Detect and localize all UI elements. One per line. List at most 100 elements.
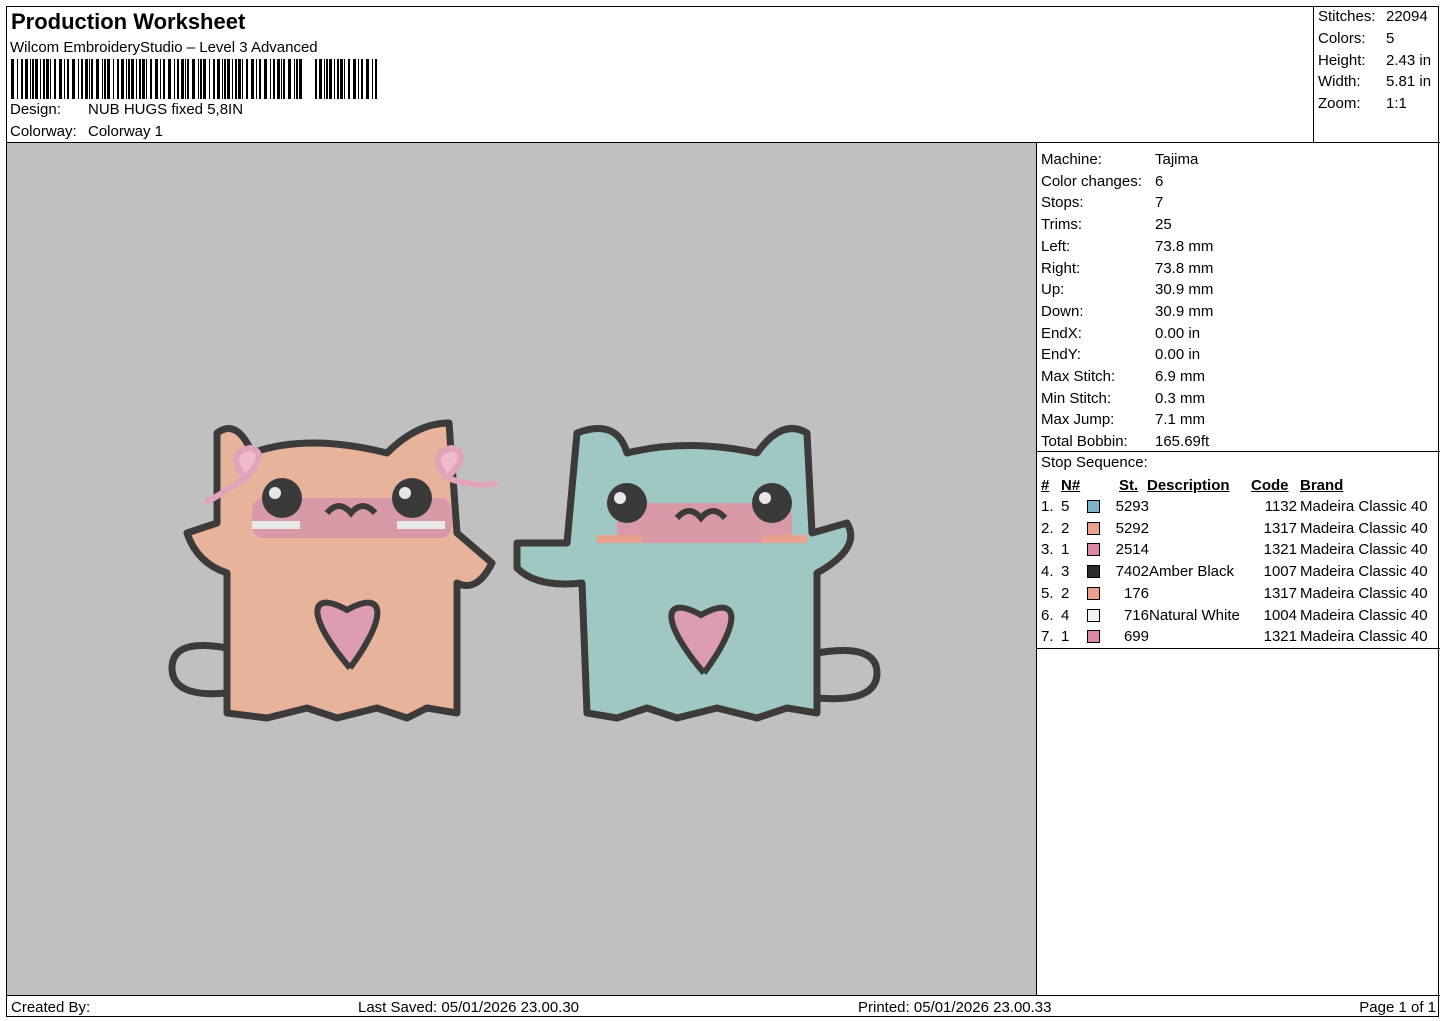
machine-info-row: EndX: 0.00 in [1041,323,1200,344]
stop-brand: Madeira Classic 40 [1300,498,1428,515]
last-saved: Last Saved: 05/01/2026 23.00.30 [358,999,580,1016]
info-label: Left: [1041,237,1071,255]
stop-code: 1317 [1263,519,1297,537]
col-needle: N# [1061,477,1081,494]
machine-info-row: Left: 73.8 mm [1041,236,1213,257]
stop-stitches: 176 [1123,584,1149,602]
machine-info-panel: Machine: Tajima Color changes: 6 Stops: 7 Trim… [1037,143,1440,995]
stop-code: 1317 [1263,584,1297,602]
info-label: Color changes: [1041,172,1142,190]
info-label: Max Jump: [1041,411,1115,429]
colorway-label: Colorway: [10,123,77,140]
machine-info-row: Color changes: 6 [1041,171,1163,192]
col-stitches: St. [1119,477,1139,494]
height-row: Height: 2.43 in [1318,52,1432,69]
color-swatch [1087,608,1100,622]
stop-num: 6. [1041,606,1054,624]
design-row: Design: NUB HUGS fixed 5,8IN [10,101,243,118]
stop-row: 4. 3 7402 Amber Black 1007 Madeira Classic 40 [1037,561,1440,582]
stop-needle: 2 [1061,584,1070,602]
zoom-value: 1:1 [1386,95,1407,112]
stop-row: 3. 1 2514 1321 Madeira Classic 40 [1037,539,1440,560]
stop-stitches: 699 [1123,628,1149,646]
stop-num: 5. [1041,584,1054,602]
info-value: 7 [1155,194,1164,212]
stop-stitches: 2514 [1115,541,1149,559]
info-label: Down: [1041,302,1084,320]
col-brand: Brand [1300,477,1344,494]
info-value: 30.9 mm [1155,281,1214,299]
stop-brand: Madeira Classic 40 [1300,606,1428,624]
info-value: 73.8 mm [1155,259,1214,277]
stop-num: 1. [1041,498,1054,515]
machine-info-row: Trims: 25 [1041,214,1172,235]
stop-stitches: 7402 [1115,563,1149,581]
worksheet-frame: Production Worksheet Wilcom EmbroiderySt… [6,6,1440,1018]
stop-code: 1004 [1263,606,1297,624]
zoom-row: Zoom: 1:1 [1318,95,1407,112]
machine-info-row: Down: 30.9 mm [1041,301,1213,322]
stop-code: 1132 [1264,498,1297,515]
stitches-row: Stitches: 22094 [1318,8,1428,25]
stop-num: 3. [1041,541,1054,559]
stop-sequence-header: # N# St. Description Code Brand [1037,475,1440,496]
stop-brand: Madeira Classic 40 [1300,628,1428,646]
stop-row: 7. 1 699 1321 Madeira Classic 40 [1037,626,1440,647]
color-swatch [1087,630,1100,644]
col-num: # [1041,477,1050,494]
stop-needle: 1 [1061,628,1070,646]
stop-stitches: 5293 [1115,498,1149,515]
colorway-row: Colorway: Colorway 1 [10,123,163,140]
colors-value: 5 [1386,30,1395,47]
printed-date: Printed: 05/01/2026 23.00.33 [858,999,1052,1016]
stop-sequence-title: Stop Sequence: [1041,454,1148,471]
stop-brand: Madeira Classic 40 [1300,541,1428,559]
width-value: 5.81 in [1386,73,1432,90]
stop-stitches: 5292 [1115,519,1149,537]
worksheet-header: Production Worksheet Wilcom EmbroiderySt… [7,7,1314,143]
info-label: Min Stitch: [1041,389,1112,407]
info-label: Trims: [1041,216,1083,234]
embroidery-design-image [168,419,881,722]
col-description: Description [1147,477,1230,494]
width-row: Width: 5.81 in [1318,73,1432,90]
colors-row: Colors: 5 [1318,30,1395,47]
stop-row: 2. 2 5292 1317 Madeira Classic 40 [1037,518,1440,539]
stop-code: 1321 [1263,628,1297,646]
page-number: Page 1 of 1 [1359,999,1436,1016]
stop-needle: 5 [1061,498,1070,515]
stop-brand: Madeira Classic 40 [1300,519,1428,537]
page-title: Production Worksheet [11,9,246,34]
stitches-value: 22094 [1386,8,1428,25]
info-value: 73.8 mm [1155,237,1214,255]
design-stats: Stitches: 22094 Colors: 5 Height: 2.43 in W… [1314,7,1440,143]
worksheet-footer: Created By: Last Saved: 05/01/2026 23.00… [7,995,1440,1018]
stop-row: 1. 5 5293 1132 Madeira Classic 40 [1037,496,1440,517]
info-value: 0.00 in [1155,324,1201,342]
design-preview [7,143,1037,995]
stop-needle: 1 [1061,541,1070,559]
stop-code: 1321 [1263,541,1297,559]
info-value: 0.00 in [1155,346,1201,364]
design-label: Design: [10,101,61,118]
info-label: Total Bobbin: [1041,433,1128,451]
stop-num: 7. [1041,628,1054,646]
stop-description: Natural White [1149,606,1240,624]
machine-info-row: EndY: 0.00 in [1041,344,1200,365]
barcode [11,59,377,99]
stop-needle: 3 [1061,563,1070,581]
color-swatch [1087,565,1100,579]
color-swatch [1087,543,1100,557]
info-value: 0.3 mm [1155,389,1206,407]
info-value: 165.69ft [1155,433,1210,451]
panel-divider [1037,451,1440,452]
machine-info-row: Up: 30.9 mm [1041,279,1213,300]
info-value: 6 [1155,172,1164,190]
machine-info-row: Right: 73.8 mm [1041,258,1213,279]
stop-row: 5. 2 176 1317 Madeira Classic 40 [1037,583,1440,604]
info-value: 6.9 mm [1155,368,1206,385]
software-name: Wilcom EmbroideryStudio – Level 3 Advanc… [10,39,318,56]
height-value: 2.43 in [1386,52,1432,69]
stop-brand: Madeira Classic 40 [1300,563,1428,581]
machine-info-row: Min Stitch: 0.3 mm [1041,388,1205,409]
